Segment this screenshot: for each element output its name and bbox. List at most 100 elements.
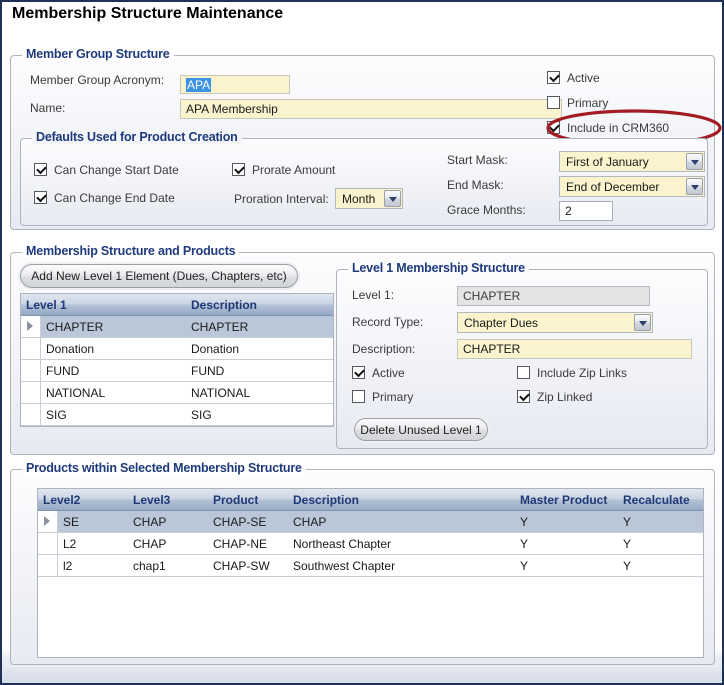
chevron-down-icon	[639, 321, 647, 326]
name-value: APA Membership	[186, 102, 278, 116]
can-change-end-date-checkbox[interactable]	[34, 191, 47, 204]
cell: L2	[63, 537, 77, 551]
table-row[interactable]: CHAPTER CHAPTER	[21, 316, 333, 338]
cell: Y	[623, 537, 632, 551]
acronym-label: Member Group Acronym:	[30, 73, 165, 87]
description-value: CHAPTER	[463, 342, 521, 356]
page-title: Membership Structure Maintenance	[12, 5, 284, 22]
can-change-start-date-checkbox[interactable]	[34, 163, 47, 176]
cell: Y	[623, 559, 632, 573]
column-header[interactable]: Recalculate	[618, 489, 703, 510]
column-header[interactable]: Description	[288, 489, 515, 510]
groupbox-title: Member Group Structure	[22, 47, 174, 61]
end-mask-label: End Mask:	[447, 178, 504, 192]
cell: CHAPTER	[186, 316, 333, 337]
name-label: Name:	[30, 101, 66, 115]
record-type-dropdown[interactable]: Chapter Dues	[457, 312, 653, 333]
row-selector	[38, 511, 58, 532]
grid-header: Level 1 Description	[21, 294, 333, 316]
table-row[interactable]: SIG SIG	[21, 404, 333, 426]
dropdown-button[interactable]	[686, 153, 703, 170]
start-mask-dropdown[interactable]: First of January	[559, 151, 705, 172]
cell: CHAP	[133, 537, 167, 551]
dropdown-button[interactable]	[384, 190, 401, 207]
column-header[interactable]: Level 1	[21, 294, 186, 315]
row-selector	[21, 360, 41, 381]
column-header[interactable]: Level2	[38, 489, 128, 510]
table-row[interactable]: FUND FUND	[21, 360, 333, 382]
column-header[interactable]: Level3	[128, 489, 208, 510]
can-change-start-date-label: Can Change Start Date	[54, 163, 179, 177]
cell: l2	[63, 559, 73, 573]
cell: FUND	[46, 364, 80, 378]
membership-structure-maintenance-window: Membership Structure Maintenance Member …	[0, 0, 724, 685]
record-type-label: Record Type:	[352, 315, 424, 329]
cell: NATIONAL	[191, 386, 251, 400]
dropdown-button[interactable]	[686, 178, 703, 195]
cell: Y	[618, 511, 703, 532]
window-bottom-band	[2, 666, 722, 683]
groupbox-title: Defaults Used for Product Creation	[32, 130, 242, 144]
cell: CHAP-NE	[213, 537, 268, 551]
description-label: Description:	[352, 342, 416, 356]
cell: SE	[58, 511, 128, 532]
level1-input: CHAPTER	[457, 286, 650, 306]
can-change-end-date-label: Can Change End Date	[54, 191, 175, 205]
column-header[interactable]: Master Product	[515, 489, 618, 510]
acronym-input[interactable]: APA	[180, 75, 290, 94]
cell: CHAPTER	[41, 316, 186, 337]
active-checkbox[interactable]	[547, 71, 560, 84]
name-input[interactable]: APA Membership	[180, 99, 562, 119]
table-row[interactable]: Donation Donation	[21, 338, 333, 360]
record-type-value: Chapter Dues	[464, 316, 539, 330]
start-mask-label: Start Mask:	[447, 153, 508, 167]
cell: CHAP	[288, 511, 515, 532]
level1-grid: Level 1 Description CHAPTER CHAPTER Donation…	[20, 293, 334, 427]
column-header[interactable]: Description	[186, 294, 333, 315]
cell: CHAP	[128, 511, 208, 532]
row-selector	[38, 555, 58, 576]
prorate-amount-checkbox[interactable]	[232, 163, 245, 176]
cell: Northeast Chapter	[293, 537, 392, 551]
grid-header: Level2 Level3 Product Description Master Pro…	[38, 489, 703, 511]
include-zip-links-label: Include Zip Links	[537, 366, 628, 380]
zip-linked-checkbox[interactable]	[517, 390, 530, 403]
description-input[interactable]: CHAPTER	[457, 339, 692, 359]
include-zip-links-checkbox[interactable]	[517, 366, 530, 379]
chevron-down-icon	[691, 160, 699, 165]
grace-months-input[interactable]: 2	[559, 201, 613, 221]
table-row[interactable]: NATIONAL NATIONAL	[21, 382, 333, 404]
table-row[interactable]: l2 chap1 CHAP-SW Southwest Chapter Y Y	[38, 555, 703, 577]
row-selector	[21, 382, 41, 403]
cell: CHAP-SW	[213, 559, 270, 573]
detail-primary-checkbox[interactable]	[352, 390, 365, 403]
cell: SIG	[191, 408, 212, 422]
level1-label: Level 1:	[352, 288, 395, 302]
add-level1-button[interactable]: Add New Level 1 Element (Dues, Chapters,…	[20, 264, 298, 288]
detail-active-checkbox[interactable]	[352, 366, 365, 379]
column-header[interactable]: Product	[208, 489, 288, 510]
cell: Donation	[46, 342, 95, 356]
dropdown-button[interactable]	[634, 314, 651, 331]
groupbox-title: Level 1 Membership Structure	[348, 261, 529, 275]
grace-months-label: Grace Months:	[447, 203, 526, 217]
proration-interval-value: Month	[342, 192, 376, 206]
end-mask-dropdown[interactable]: End of December	[559, 176, 705, 197]
active-checkbox-label: Active	[567, 71, 600, 85]
cell: Y	[520, 537, 529, 551]
products-grid: Level2 Level3 Product Description Master Pro…	[37, 488, 704, 658]
table-row[interactable]: SE CHAP CHAP-SE CHAP Y Y	[38, 511, 703, 533]
detail-primary-label: Primary	[372, 390, 414, 404]
start-mask-value: First of January	[566, 155, 649, 169]
cell: chap1	[133, 559, 166, 573]
cell: Donation	[191, 342, 240, 356]
proration-interval-label: Proration Interval:	[234, 192, 329, 206]
delete-unused-level1-button[interactable]: Delete Unused Level 1	[354, 418, 488, 441]
row-selector	[21, 404, 41, 425]
row-selector	[21, 316, 41, 337]
cell: Southwest Chapter	[293, 559, 396, 573]
cell: Y	[515, 511, 618, 532]
table-row[interactable]: L2 CHAP CHAP-NE Northeast Chapter Y Y	[38, 533, 703, 555]
proration-interval-dropdown[interactable]: Month	[335, 188, 403, 209]
prorate-amount-label: Prorate Amount	[252, 163, 336, 177]
